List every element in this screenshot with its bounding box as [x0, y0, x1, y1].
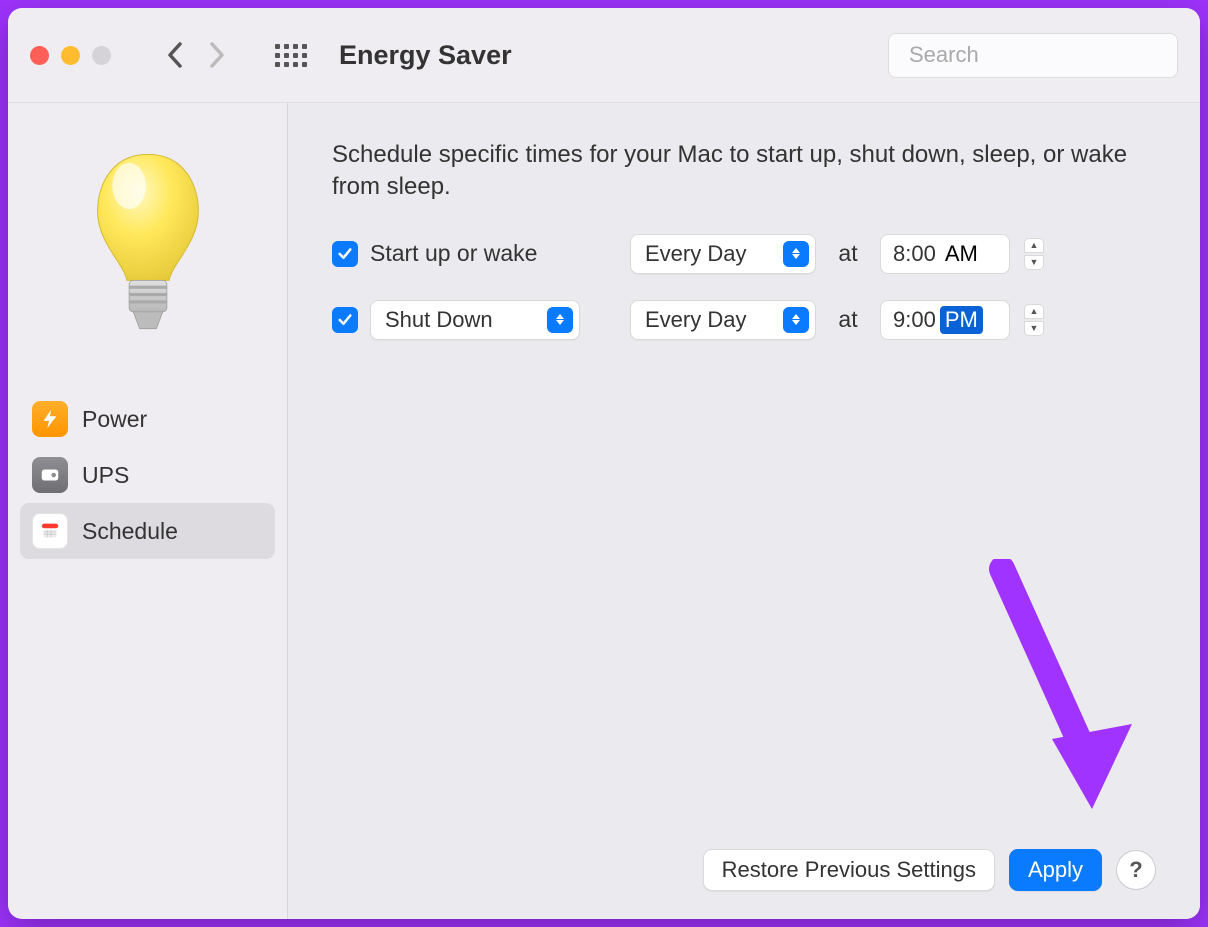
help-button[interactable]: ? [1116, 850, 1156, 890]
back-button[interactable] [159, 35, 191, 75]
shutdown-time-stepper[interactable]: ▲ ▼ [1024, 304, 1044, 336]
sidebar-item-power[interactable]: Power [20, 391, 275, 447]
startup-time-stepper[interactable]: ▲ ▼ [1024, 238, 1044, 270]
select-value: Shut Down [385, 307, 541, 333]
stepper-down-button[interactable]: ▼ [1024, 255, 1044, 270]
shutdown-day-select[interactable]: Every Day [630, 300, 816, 340]
calendar-icon [32, 513, 68, 549]
check-icon [336, 311, 354, 329]
search-field[interactable] [888, 33, 1178, 78]
sidebar-item-label: Power [82, 406, 147, 433]
footer: Restore Previous Settings Apply ? [332, 849, 1156, 891]
window-controls [30, 46, 111, 65]
energy-saver-bulb-icon [58, 121, 238, 381]
up-down-arrows-icon [547, 307, 573, 333]
sidebar-item-ups[interactable]: UPS [20, 447, 275, 503]
ampm-value: AM [940, 240, 983, 268]
zoom-window-button[interactable] [92, 46, 111, 65]
shutdown-time-field[interactable]: 9:00 PM [880, 300, 1010, 340]
stepper-up-button[interactable]: ▲ [1024, 238, 1044, 253]
sidebar-item-schedule[interactable]: Schedule [20, 503, 275, 559]
sidebar-item-label: Schedule [82, 518, 178, 545]
content: Power UPS Schedule Schedule specific tim… [8, 103, 1200, 919]
minimize-window-button[interactable] [61, 46, 80, 65]
restore-previous-settings-button[interactable]: Restore Previous Settings [703, 849, 995, 891]
lightning-icon [32, 401, 68, 437]
grid-icon [275, 44, 307, 67]
select-value: Every Day [645, 241, 777, 267]
show-all-button[interactable] [269, 33, 313, 77]
up-down-arrows-icon [783, 307, 809, 333]
at-label: at [828, 240, 868, 267]
preferences-window: Energy Saver [8, 8, 1200, 919]
at-label: at [828, 306, 868, 333]
sidebar: Power UPS Schedule [8, 103, 288, 919]
time-value: 8:00 [893, 241, 936, 267]
shutdown-checkbox[interactable] [332, 307, 358, 333]
time-value: 9:00 [893, 307, 936, 333]
startup-day-select[interactable]: Every Day [630, 234, 816, 274]
close-window-button[interactable] [30, 46, 49, 65]
stepper-up-button[interactable]: ▲ [1024, 304, 1044, 319]
schedule-description: Schedule specific times for your Mac to … [332, 139, 1156, 204]
ampm-value: PM [940, 306, 983, 334]
schedule-row-shutdown: Shut Down Every Day at 9:00 PM ▲ ▼ [332, 300, 1156, 340]
main-pane: Schedule specific times for your Mac to … [288, 103, 1200, 919]
search-input[interactable] [909, 42, 1197, 68]
sidebar-item-label: UPS [82, 462, 129, 489]
window-title: Energy Saver [339, 40, 512, 71]
schedule-row-startup: Start up or wake Every Day at 8:00 AM ▲ … [332, 234, 1156, 274]
sidebar-list: Power UPS Schedule [20, 391, 275, 559]
startup-label: Start up or wake [370, 240, 618, 267]
up-down-arrows-icon [783, 241, 809, 267]
check-icon [336, 245, 354, 263]
ups-icon [32, 457, 68, 493]
chevron-left-icon [166, 41, 184, 69]
startup-checkbox[interactable] [332, 241, 358, 267]
startup-time-field[interactable]: 8:00 AM [880, 234, 1010, 274]
forward-button[interactable] [201, 35, 233, 75]
stepper-down-button[interactable]: ▼ [1024, 321, 1044, 336]
toolbar: Energy Saver [8, 8, 1200, 103]
apply-button[interactable]: Apply [1009, 849, 1102, 891]
chevron-right-icon [208, 41, 226, 69]
select-value: Every Day [645, 307, 777, 333]
annotation-arrow-icon [982, 559, 1142, 839]
shutdown-action-select[interactable]: Shut Down [370, 300, 580, 340]
